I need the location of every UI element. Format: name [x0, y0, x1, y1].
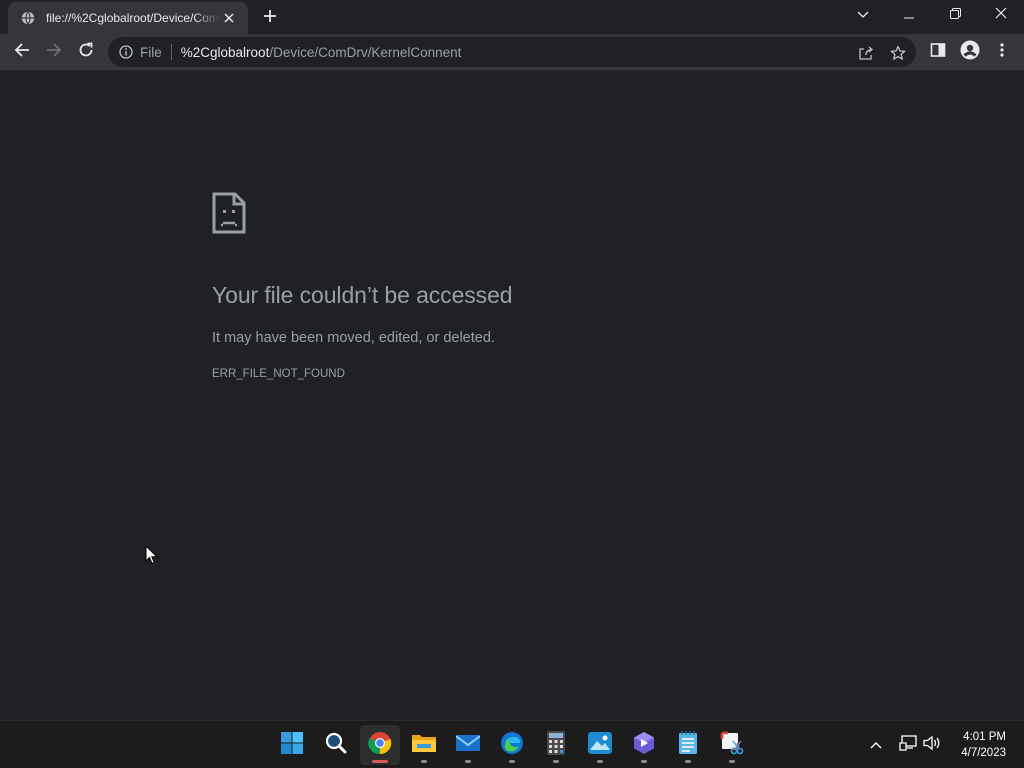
close-icon[interactable] — [220, 9, 238, 27]
chrome-icon — [368, 731, 392, 760]
address-bar[interactable]: File %2Cglobalroot /Device/ComDrv/Kernel… — [108, 37, 916, 67]
tab-title: file://%2Cglobalroot/Device/ComDrv/Kerne… — [46, 11, 220, 25]
browser-menu-button[interactable] — [988, 38, 1016, 66]
notepad-icon — [678, 730, 698, 760]
browser-toolbar: File %2Cglobalroot /Device/ComDrv/Kernel… — [0, 34, 1024, 70]
taskbar-mail[interactable] — [448, 725, 488, 765]
minimize-icon — [904, 6, 914, 24]
clock-date: 4/7/2023 — [961, 747, 1006, 759]
running-indicator — [641, 760, 647, 763]
taskbar-calculator[interactable] — [536, 725, 576, 765]
taskbar: 4:01 PM 4/7/2023 — [0, 720, 1024, 768]
running-indicator — [465, 760, 471, 763]
url-host: %2Cglobalroot — [180, 44, 270, 60]
running-indicator — [729, 760, 735, 763]
new-tab-button[interactable] — [258, 6, 282, 30]
reload-icon — [78, 42, 94, 63]
chevron-down-icon — [857, 6, 869, 24]
sad-file-icon — [212, 192, 246, 234]
close-icon — [995, 6, 1007, 24]
profile-button[interactable] — [956, 38, 984, 66]
taskbar-snipping-tool[interactable] — [712, 725, 752, 765]
clock-time: 4:01 PM — [963, 731, 1006, 743]
kebab-menu-icon — [1000, 42, 1004, 63]
address-separator — [170, 44, 172, 60]
network-button[interactable] — [896, 733, 920, 757]
globe-icon — [20, 10, 36, 26]
running-indicator — [553, 760, 559, 763]
mail-icon — [455, 733, 481, 758]
back-arrow-icon — [14, 42, 30, 63]
tab-search-button[interactable] — [840, 0, 886, 30]
side-panel-icon — [930, 42, 946, 63]
system-clock[interactable]: 4:01 PM 4/7/2023 — [961, 729, 1006, 761]
back-button[interactable] — [8, 38, 36, 66]
reload-button[interactable] — [72, 38, 100, 66]
tab-strip: file://%2Cglobalroot/Device/ComDrv/Kerne… — [0, 0, 1024, 34]
search-button[interactable] — [316, 725, 356, 765]
calculator-icon — [547, 730, 565, 760]
file-explorer-icon — [411, 732, 437, 759]
running-indicator — [509, 760, 515, 763]
running-indicator — [421, 760, 427, 763]
restore-icon — [949, 6, 961, 24]
active-indicator — [372, 760, 388, 763]
error-code: ERR_FILE_NOT_FOUND — [212, 368, 345, 380]
taskbar-chrome[interactable] — [360, 725, 400, 765]
start-button[interactable] — [272, 725, 312, 765]
browser-tab[interactable]: file://%2Cglobalroot/Device/ComDrv/Kerne… — [8, 2, 248, 34]
info-icon[interactable] — [118, 44, 134, 60]
page-content: Your file couldn’t be accessed It may ha… — [0, 70, 1024, 720]
mouse-cursor-icon — [145, 544, 159, 565]
profile-icon — [960, 40, 980, 65]
edge-icon — [500, 731, 524, 760]
forward-arrow-icon — [46, 42, 62, 63]
running-indicator — [685, 760, 691, 763]
url-path: /Device/ComDrv/KernelConnent — [269, 44, 462, 60]
restore-button[interactable] — [932, 0, 978, 30]
taskbar-edge[interactable] — [492, 725, 532, 765]
forward-button[interactable] — [40, 38, 68, 66]
running-indicator — [597, 760, 603, 763]
volume-icon — [923, 735, 941, 756]
taskbar-photos[interactable] — [580, 725, 620, 765]
taskbar-notepad[interactable] — [668, 725, 708, 765]
share-icon[interactable] — [857, 44, 875, 62]
taskbar-file-explorer[interactable] — [404, 725, 444, 765]
taskbar-app[interactable] — [624, 725, 664, 765]
snipping-tool-icon — [720, 731, 744, 760]
side-panel-button[interactable] — [924, 38, 952, 66]
url-scheme-label: File — [140, 44, 162, 60]
close-window-button[interactable] — [978, 0, 1024, 30]
error-title: Your file couldn’t be accessed — [212, 282, 513, 308]
plus-icon — [263, 9, 277, 28]
minimize-button[interactable] — [886, 0, 932, 30]
app-icon — [633, 731, 655, 760]
star-icon[interactable] — [889, 44, 907, 62]
chevron-up-icon — [870, 736, 882, 754]
volume-button[interactable] — [920, 733, 944, 757]
search-icon — [325, 732, 347, 759]
photos-icon — [588, 731, 612, 759]
error-description: It may have been moved, edited, or delet… — [212, 330, 495, 346]
tray-overflow-button[interactable] — [864, 733, 888, 757]
start-icon — [281, 731, 303, 759]
network-icon — [899, 734, 917, 756]
